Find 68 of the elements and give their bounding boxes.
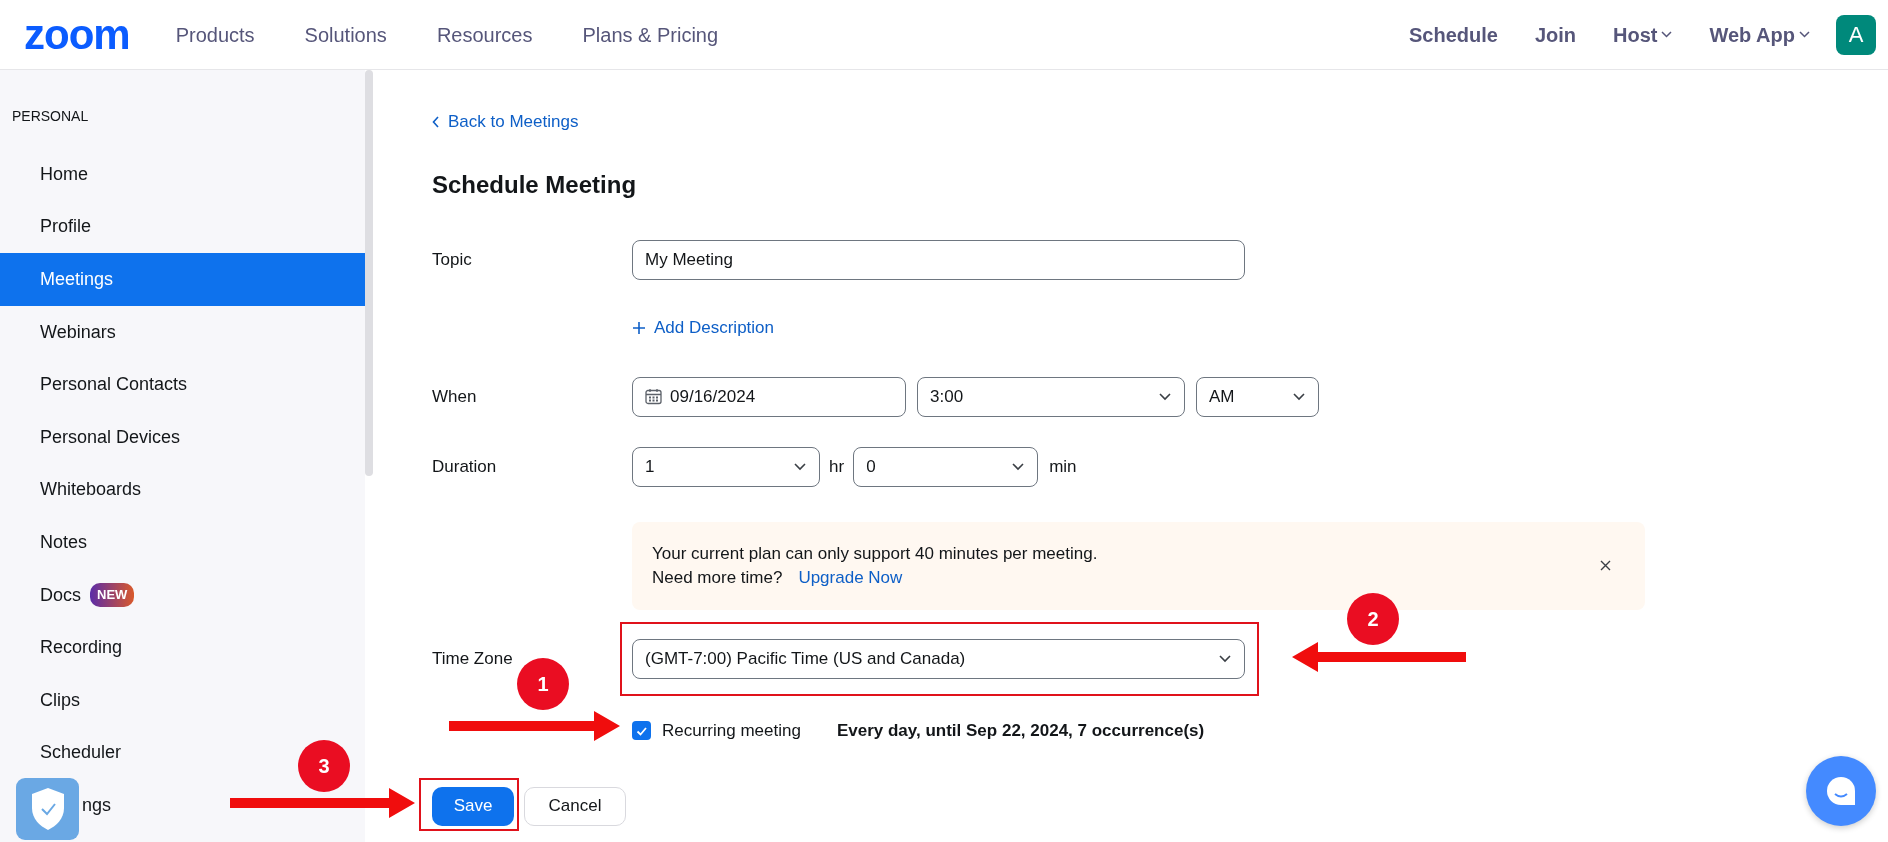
page-title: Schedule Meeting <box>432 169 638 200</box>
chevron-down-icon <box>1661 31 1673 38</box>
new-badge: NEW <box>90 583 135 607</box>
unit-label: min <box>1049 455 1077 478</box>
time-select[interactable]: 3:00 <box>917 376 1185 417</box>
time-zone-select[interactable]: (GMT-7:00) Pacific Time (US and Canada) <box>632 638 1245 679</box>
chat-icon <box>1825 775 1857 807</box>
nav-link[interactable]: Products <box>175 19 255 50</box>
notice-text: Your current plan can only support 40 minutes per meeting. <box>652 542 1098 565</box>
sidebar-item[interactable]: Meetings <box>0 253 365 306</box>
scrollbar[interactable] <box>365 70 373 476</box>
sidebar-item[interactable]: ngs <box>81 779 112 832</box>
nav-link[interactable]: Host <box>1613 19 1673 50</box>
section-heading: PERSONAL <box>11 107 90 126</box>
logo[interactable]: zoom <box>24 13 130 56</box>
sidebar-item[interactable]: Personal Devices <box>0 410 181 464</box>
recurrence-summary: Every day, until Sep 22, 2024, 7 occurrence(s) <box>836 719 1205 742</box>
notice-text: Need more time? <box>652 566 783 589</box>
sidebar-item[interactable]: Personal Contacts <box>0 358 188 411</box>
back-link[interactable]: Back to Meetings <box>432 111 579 133</box>
nav-link[interactable]: Resources <box>436 19 533 50</box>
save-button[interactable]: Save <box>432 786 514 826</box>
chat-button[interactable] <box>1806 756 1876 826</box>
chevron-down-icon <box>1218 654 1232 663</box>
hours-select[interactable]: 1 <box>632 446 820 487</box>
field-label: Topic <box>432 249 472 269</box>
field-label: Time Zone <box>432 648 513 668</box>
chevron-down-icon <box>1799 31 1810 38</box>
sidebar-item[interactable]: Scheduler <box>0 726 122 780</box>
sidebar-item[interactable]: Recording <box>0 621 123 674</box>
close-button[interactable] <box>1600 560 1611 571</box>
chevron-down-icon <box>1011 462 1026 471</box>
field-label: When <box>432 386 477 406</box>
step-marker: 2 <box>1347 593 1399 645</box>
check-icon <box>635 725 648 736</box>
sidebar-item[interactable]: Clips <box>0 673 80 727</box>
sidebar-item[interactable]: Webinars <box>0 305 116 359</box>
chevron-left-icon <box>432 116 440 128</box>
nav-link[interactable]: Solutions <box>304 19 387 50</box>
chevron-down-icon <box>1292 392 1306 401</box>
period-select[interactable]: AM <box>1196 376 1319 417</box>
sidebar-item[interactable]: Docs <box>40 581 81 609</box>
nav-link[interactable]: Join <box>1534 19 1576 50</box>
checkbox[interactable] <box>632 721 651 740</box>
sidebar-item[interactable]: Profile <box>0 200 92 254</box>
sidebar-item[interactable]: Whiteboards <box>0 463 142 517</box>
chevron-down-icon <box>793 462 807 471</box>
unit-label: hr <box>829 455 845 478</box>
security-button[interactable] <box>16 778 79 840</box>
nav-link[interactable]: Schedule <box>1408 19 1498 50</box>
plus-icon <box>632 320 646 335</box>
field-label: Duration <box>432 456 497 476</box>
add-description-link[interactable]: Add Description <box>632 314 774 341</box>
chevron-down-icon <box>1158 392 1172 401</box>
sidebar-item[interactable]: Home <box>0 148 88 201</box>
date-picker[interactable]: 09/16/2024 <box>632 376 906 417</box>
nav-link[interactable]: Web App <box>1709 19 1810 50</box>
calendar-icon <box>645 388 662 405</box>
upgrade-link[interactable]: Upgrade Now <box>798 565 903 590</box>
avatar[interactable]: A <box>1836 14 1876 55</box>
minutes-select[interactable]: 0 <box>853 446 1039 487</box>
sidebar-item[interactable]: Notes <box>0 516 88 569</box>
checkbox-label: Recurring meeting <box>662 719 801 742</box>
close-icon <box>1600 560 1611 571</box>
cancel-button[interactable]: Cancel <box>524 786 626 826</box>
step-marker: 1 <box>517 658 569 710</box>
topic-input[interactable]: My Meeting <box>632 239 1245 280</box>
nav-link[interactable]: Plans & Pricing <box>582 19 719 50</box>
